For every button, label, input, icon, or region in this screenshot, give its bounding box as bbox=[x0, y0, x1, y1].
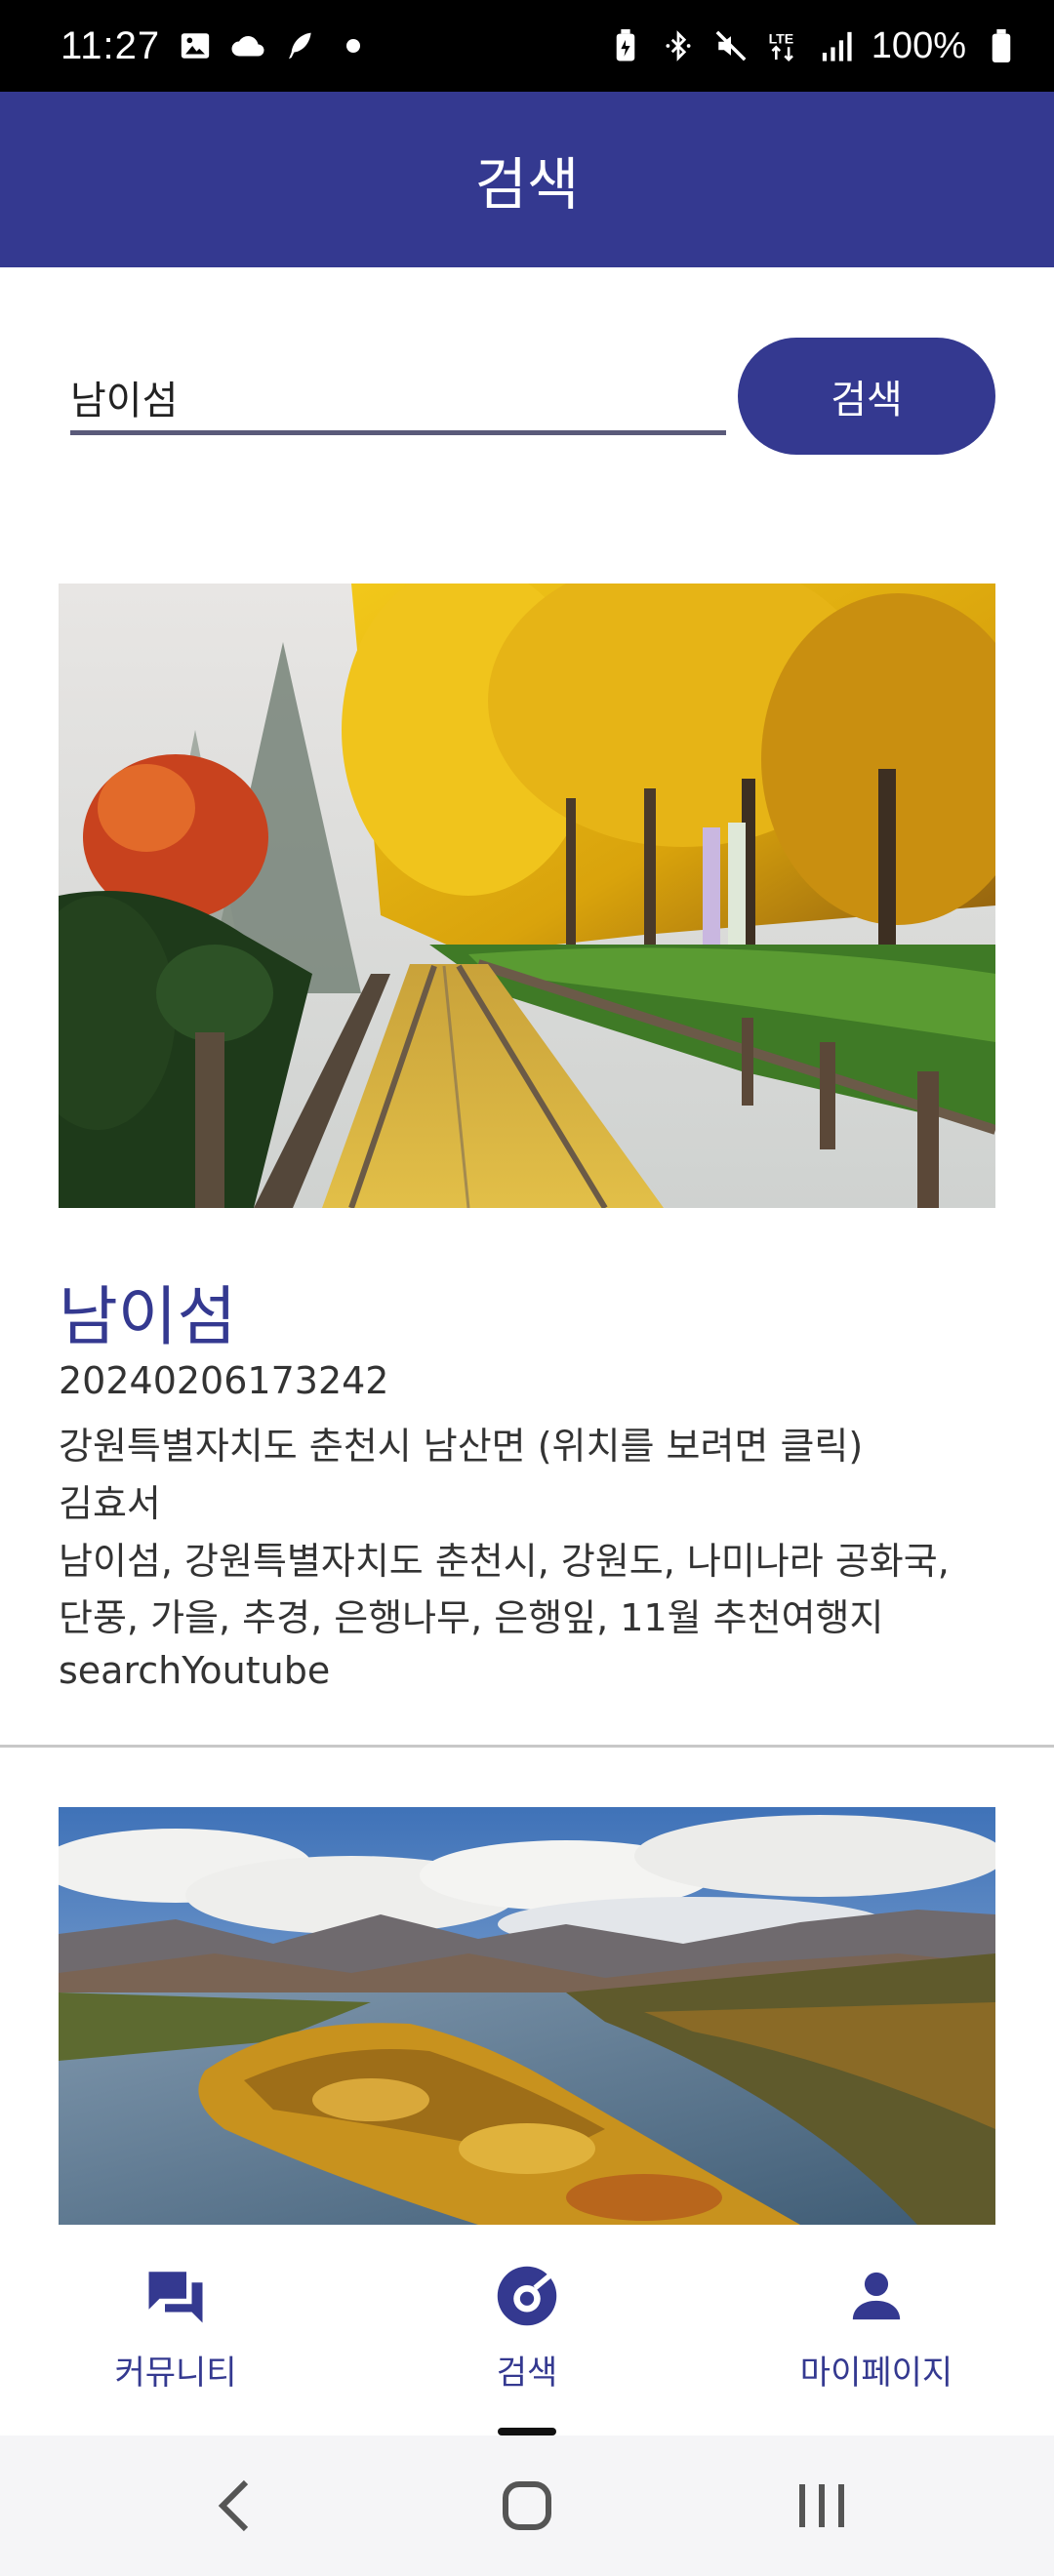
nav-item-search[interactable]: 검색 bbox=[410, 2225, 644, 2435]
result-author: 김효서 bbox=[59, 1482, 161, 1525]
bluetooth-icon bbox=[661, 28, 696, 63]
search-input[interactable] bbox=[70, 363, 726, 435]
feather-icon bbox=[283, 28, 318, 63]
status-right: LTE 100% bbox=[608, 25, 1019, 67]
app-bar: 검색 bbox=[0, 92, 1054, 267]
search-button-label: 검색 bbox=[831, 378, 903, 423]
nav-item-community[interactable]: 커뮤니티 bbox=[59, 2225, 293, 2435]
cloud-icon bbox=[230, 28, 265, 63]
search-youtube-link[interactable]: searchYoutube bbox=[59, 1649, 330, 1692]
battery-icon bbox=[984, 28, 1019, 63]
nav-label-mypage: 마이페이지 bbox=[799, 2354, 953, 2393]
island-aerial-image bbox=[59, 1807, 995, 2225]
result-divider bbox=[0, 1745, 1054, 1748]
dot-icon bbox=[336, 28, 371, 63]
bottom-nav: 커뮤니티 검색 마이페이지 bbox=[0, 2225, 1054, 2435]
status-bar: 11:27 LTE 100% bbox=[0, 0, 1054, 92]
result-title[interactable]: 남이섬 bbox=[59, 1265, 236, 1358]
result-id: 20240206173242 bbox=[59, 1359, 389, 1402]
nav-active-indicator bbox=[498, 2428, 556, 2435]
result-location-link[interactable]: 강원특별자치도 춘천시 남산면 (위치를 보려면 클릭) bbox=[59, 1416, 863, 1469]
person-icon bbox=[842, 2262, 911, 2330]
result-image[interactable] bbox=[59, 1807, 995, 2225]
nav-item-mypage[interactable]: 마이페이지 bbox=[759, 2225, 993, 2435]
status-left: 11:27 bbox=[61, 24, 371, 68]
result-tags-line-1: 남이섬, 강원특별자치도 춘천시, 강원도, 나미나라 공화국, bbox=[59, 1540, 950, 1583]
result-tags-line-2: 단풍, 가을, 추경, 은행나무, 은행잎, 11월 추천여행지 bbox=[59, 1596, 884, 1639]
nav-label-community: 커뮤니티 bbox=[114, 2354, 237, 2393]
search-button[interactable]: 검색 bbox=[738, 338, 995, 455]
forum-icon bbox=[142, 2262, 210, 2330]
signal-icon bbox=[819, 28, 854, 63]
battery-saver-icon bbox=[608, 28, 643, 63]
recent-apps-icon[interactable] bbox=[783, 2471, 861, 2541]
status-time: 11:27 bbox=[61, 23, 161, 67]
svg-text:LTE: LTE bbox=[768, 30, 793, 46]
nav-label-search: 검색 bbox=[496, 2354, 558, 2393]
explore-search-icon bbox=[493, 2262, 561, 2330]
home-icon[interactable] bbox=[488, 2471, 566, 2541]
system-nav-bar bbox=[0, 2435, 1054, 2576]
page-title: 검색 bbox=[474, 151, 580, 218]
ginkgo-railway-image bbox=[59, 584, 995, 1208]
mute-icon bbox=[713, 28, 749, 63]
lte-icon: LTE bbox=[766, 28, 801, 63]
back-icon[interactable] bbox=[195, 2471, 273, 2541]
result-image[interactable] bbox=[59, 584, 995, 1208]
battery-percent: 100% bbox=[871, 24, 966, 66]
gallery-icon bbox=[178, 28, 213, 63]
